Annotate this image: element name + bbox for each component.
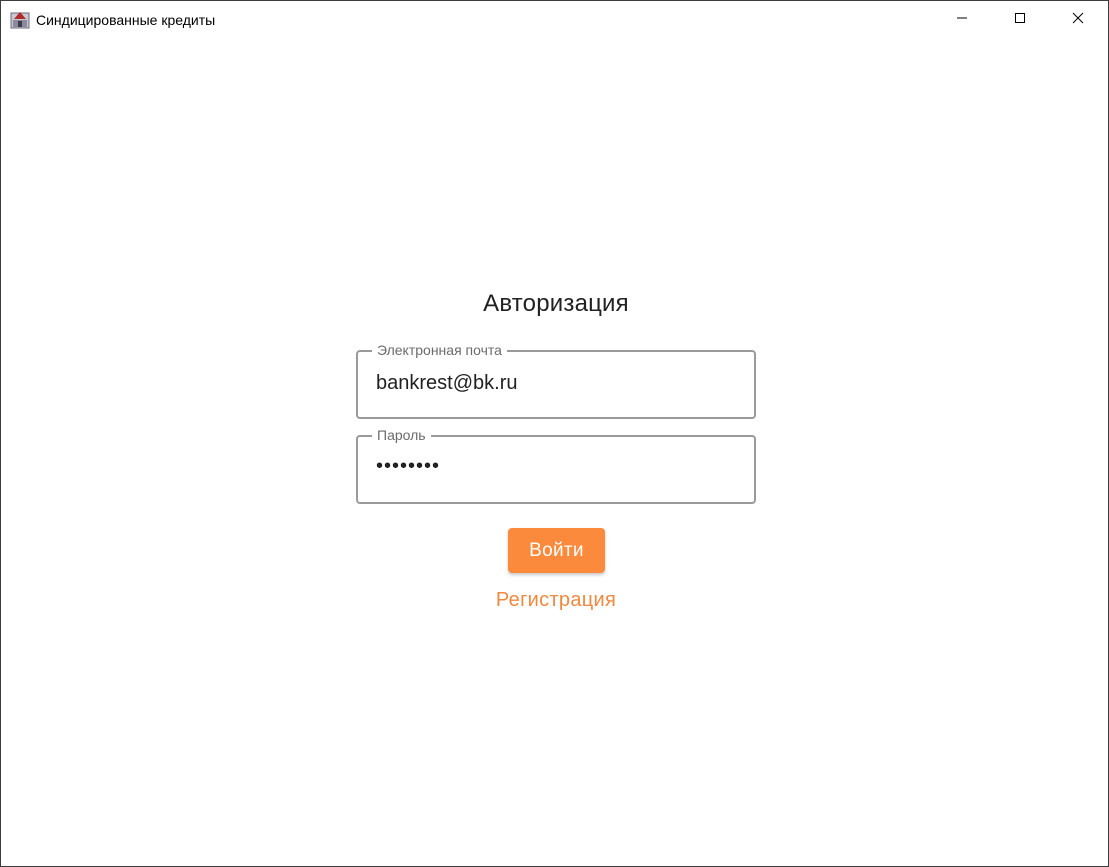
password-field[interactable]: Пароль •••••••• xyxy=(356,426,756,504)
email-field-label: Электронная почта xyxy=(372,341,507,359)
password-field-value[interactable]: •••••••• xyxy=(376,455,440,478)
page-title: Авторизация xyxy=(483,290,629,317)
minimize-icon xyxy=(956,11,968,29)
password-field-label: Пароль xyxy=(372,426,431,444)
login-button[interactable]: Войти xyxy=(508,528,605,573)
minimize-button[interactable] xyxy=(933,1,991,39)
title-bar[interactable]: Синдицированные кредиты xyxy=(1,1,1108,39)
app-icon xyxy=(10,10,30,30)
maximize-button[interactable] xyxy=(991,1,1049,39)
login-form: Авторизация Электронная почта bankrest@b… xyxy=(1,39,1108,866)
email-field-value[interactable]: bankrest@bk.ru xyxy=(376,372,517,395)
maximize-icon xyxy=(1014,11,1026,29)
close-icon xyxy=(1072,11,1084,29)
register-link[interactable]: Регистрация xyxy=(456,589,656,612)
close-button[interactable] xyxy=(1049,1,1107,39)
email-field[interactable]: Электронная почта bankrest@bk.ru xyxy=(356,341,756,419)
app-window: Синдицированные кредиты Авторизация Элек… xyxy=(0,0,1109,867)
window-title: Синдицированные кредиты xyxy=(36,12,216,28)
